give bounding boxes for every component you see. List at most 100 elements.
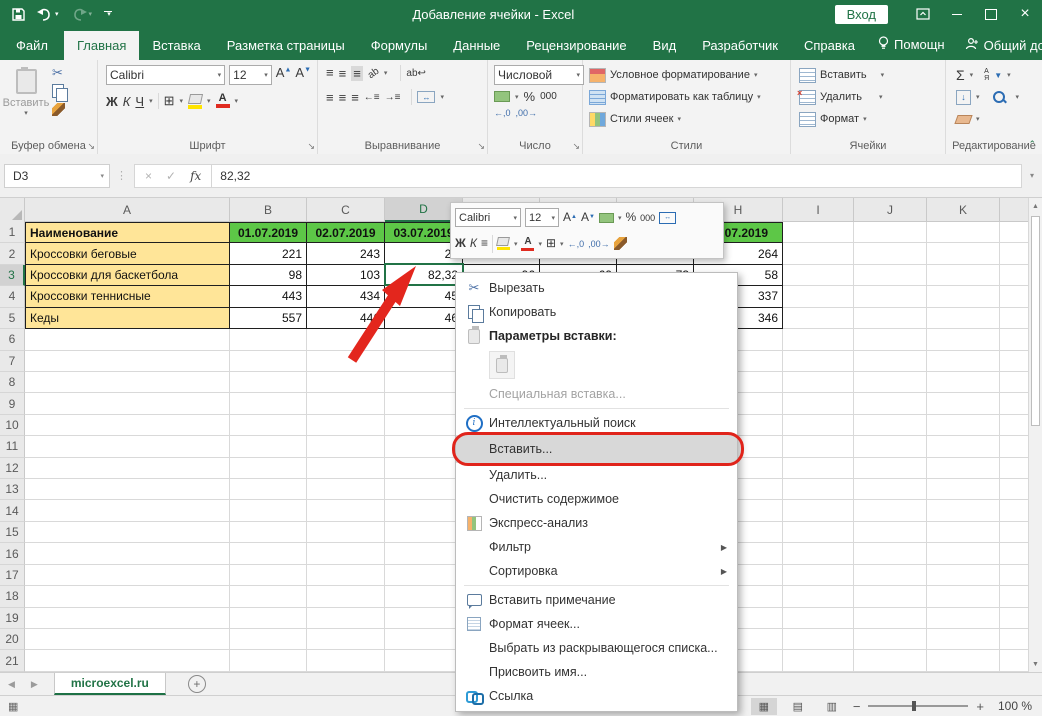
tab-assistant[interactable]: Помощн	[868, 29, 955, 60]
mini-align-icon[interactable]: ≡	[481, 238, 488, 249]
cell-A16[interactable]	[25, 543, 230, 564]
bold-button[interactable]: Ж	[106, 94, 118, 109]
row-header-1[interactable]: 1	[0, 222, 25, 243]
format-as-table-button[interactable]: Форматировать как таблицу▾	[589, 86, 790, 108]
undo-icon[interactable]: ▾	[37, 8, 59, 21]
cell-I21[interactable]	[783, 650, 854, 671]
align-center-icon[interactable]: ≡	[339, 90, 347, 105]
merge-center-icon[interactable]: ↔	[417, 91, 435, 103]
cell-K15[interactable]	[927, 522, 1000, 543]
cell-J5[interactable]	[854, 308, 927, 329]
menu-item-cut[interactable]: ✂ Вырезать	[456, 276, 737, 300]
cell-K14[interactable]	[927, 500, 1000, 521]
orientation-icon[interactable]: ab	[366, 65, 381, 80]
fill-color-icon[interactable]	[188, 94, 202, 109]
cell-K6[interactable]	[927, 329, 1000, 350]
cell-partial-4[interactable]	[1000, 286, 1028, 307]
shrink-font-icon[interactable]: A▼	[295, 65, 311, 85]
cell-D5[interactable]: 46	[385, 308, 463, 329]
cell-C6[interactable]	[307, 329, 385, 350]
align-middle-icon[interactable]: ≡	[339, 66, 347, 81]
cell-C18[interactable]	[307, 586, 385, 607]
cell-C5[interactable]: 446	[307, 308, 385, 329]
cell-partial-2[interactable]	[1000, 243, 1028, 264]
cell-partial-15[interactable]	[1000, 522, 1028, 543]
row-header-13[interactable]: 13	[0, 479, 25, 500]
row-header-10[interactable]: 10	[0, 415, 25, 436]
row-header-12[interactable]: 12	[0, 458, 25, 479]
cell-I9[interactable]	[783, 393, 854, 414]
sort-filter-icon[interactable]: АЯ	[984, 68, 989, 82]
ribbon-display-options-icon[interactable]	[906, 0, 940, 28]
row-header-8[interactable]: 8	[0, 372, 25, 393]
align-top-icon[interactable]: ≡	[326, 69, 334, 77]
zoom-out-icon[interactable]: −	[853, 699, 861, 714]
merge-center-dropdown[interactable]: ▾	[440, 93, 444, 101]
menu-item-smart-lookup[interactable]: i Интеллектуальный поиск	[456, 411, 737, 435]
decrease-indent-icon[interactable]: ←≡	[364, 92, 380, 103]
cell-B1[interactable]: 01.07.2019	[230, 222, 307, 243]
cell-A12[interactable]	[25, 458, 230, 479]
cell-J14[interactable]	[854, 500, 927, 521]
font-color-icon[interactable]: А	[216, 94, 230, 108]
cell-D13[interactable]	[385, 479, 463, 500]
cell-C3[interactable]: 103	[307, 265, 385, 286]
cell-K21[interactable]	[927, 650, 1000, 671]
accounting-format-icon[interactable]	[494, 91, 510, 102]
cell-I10[interactable]	[783, 415, 854, 436]
sheet-prev-icon[interactable]: ◀	[0, 679, 23, 690]
cell-J18[interactable]	[854, 586, 927, 607]
find-select-icon[interactable]	[993, 91, 1005, 103]
mini-percent-icon[interactable]: %	[625, 212, 636, 223]
cell-B21[interactable]	[230, 650, 307, 671]
mini-shrink-font-icon[interactable]: A▼	[581, 212, 595, 223]
collapse-ribbon-icon[interactable]: ⌃	[1028, 139, 1036, 150]
cell-B7[interactable]	[230, 351, 307, 372]
cell-I7[interactable]	[783, 351, 854, 372]
alignment-dialog-launcher-icon[interactable]: ↘	[477, 141, 485, 152]
number-dialog-launcher-icon[interactable]: ↘	[572, 141, 580, 152]
menu-item-filter[interactable]: Фильтр ▶	[456, 535, 737, 559]
cell-A4[interactable]: Кроссовки теннисные	[25, 286, 230, 307]
delete-cells-button[interactable]: × Удалить▾	[799, 86, 945, 108]
cell-A10[interactable]	[25, 415, 230, 436]
cell-C1[interactable]: 02.07.2019	[307, 222, 385, 243]
column-header-J[interactable]: J	[854, 198, 927, 222]
cell-I1[interactable]	[783, 222, 854, 243]
conditional-formatting-button[interactable]: Условное форматирование▾	[589, 64, 790, 86]
increase-indent-icon[interactable]: →≡	[385, 92, 401, 103]
cell-J1[interactable]	[854, 222, 927, 243]
tab-share[interactable]: Общий доступ	[955, 30, 1042, 60]
cell-styles-button[interactable]: Стили ячеек▾	[589, 108, 790, 130]
cell-D10[interactable]	[385, 415, 463, 436]
grow-font-icon[interactable]: A▲	[276, 65, 292, 85]
cell-C15[interactable]	[307, 522, 385, 543]
wrap-text-icon[interactable]: ab↩	[406, 68, 426, 79]
column-header-I[interactable]: I	[783, 198, 854, 222]
cell-J17[interactable]	[854, 565, 927, 586]
cell-J12[interactable]	[854, 458, 927, 479]
cell-C12[interactable]	[307, 458, 385, 479]
cell-C11[interactable]	[307, 436, 385, 457]
page-break-view-icon[interactable]: ▥	[819, 698, 845, 715]
cell-J10[interactable]	[854, 415, 927, 436]
cell-B14[interactable]	[230, 500, 307, 521]
mini-accounting-dropdown[interactable]: ▾	[618, 214, 622, 222]
cell-B9[interactable]	[230, 393, 307, 414]
cell-I16[interactable]	[783, 543, 854, 564]
mini-borders-icon[interactable]: ⊞	[546, 238, 556, 249]
cell-I20[interactable]	[783, 629, 854, 650]
font-dialog-launcher-icon[interactable]: ↘	[307, 141, 315, 152]
tab-formulas[interactable]: Формулы	[358, 31, 441, 60]
cell-C8[interactable]	[307, 372, 385, 393]
cell-B19[interactable]	[230, 608, 307, 629]
cell-D9[interactable]	[385, 393, 463, 414]
mini-increase-decimal-icon[interactable]: ←,0	[568, 239, 585, 249]
cell-D3[interactable]: 82,32	[385, 265, 463, 286]
font-name-combo[interactable]: Calibri▾	[106, 65, 225, 85]
align-bottom-icon[interactable]: ≡	[351, 66, 363, 81]
zoom-in-icon[interactable]: +	[976, 699, 984, 714]
mini-comma-icon[interactable]: 000	[640, 213, 655, 223]
cell-J11[interactable]	[854, 436, 927, 457]
tab-page-layout[interactable]: Разметка страницы	[214, 31, 358, 60]
